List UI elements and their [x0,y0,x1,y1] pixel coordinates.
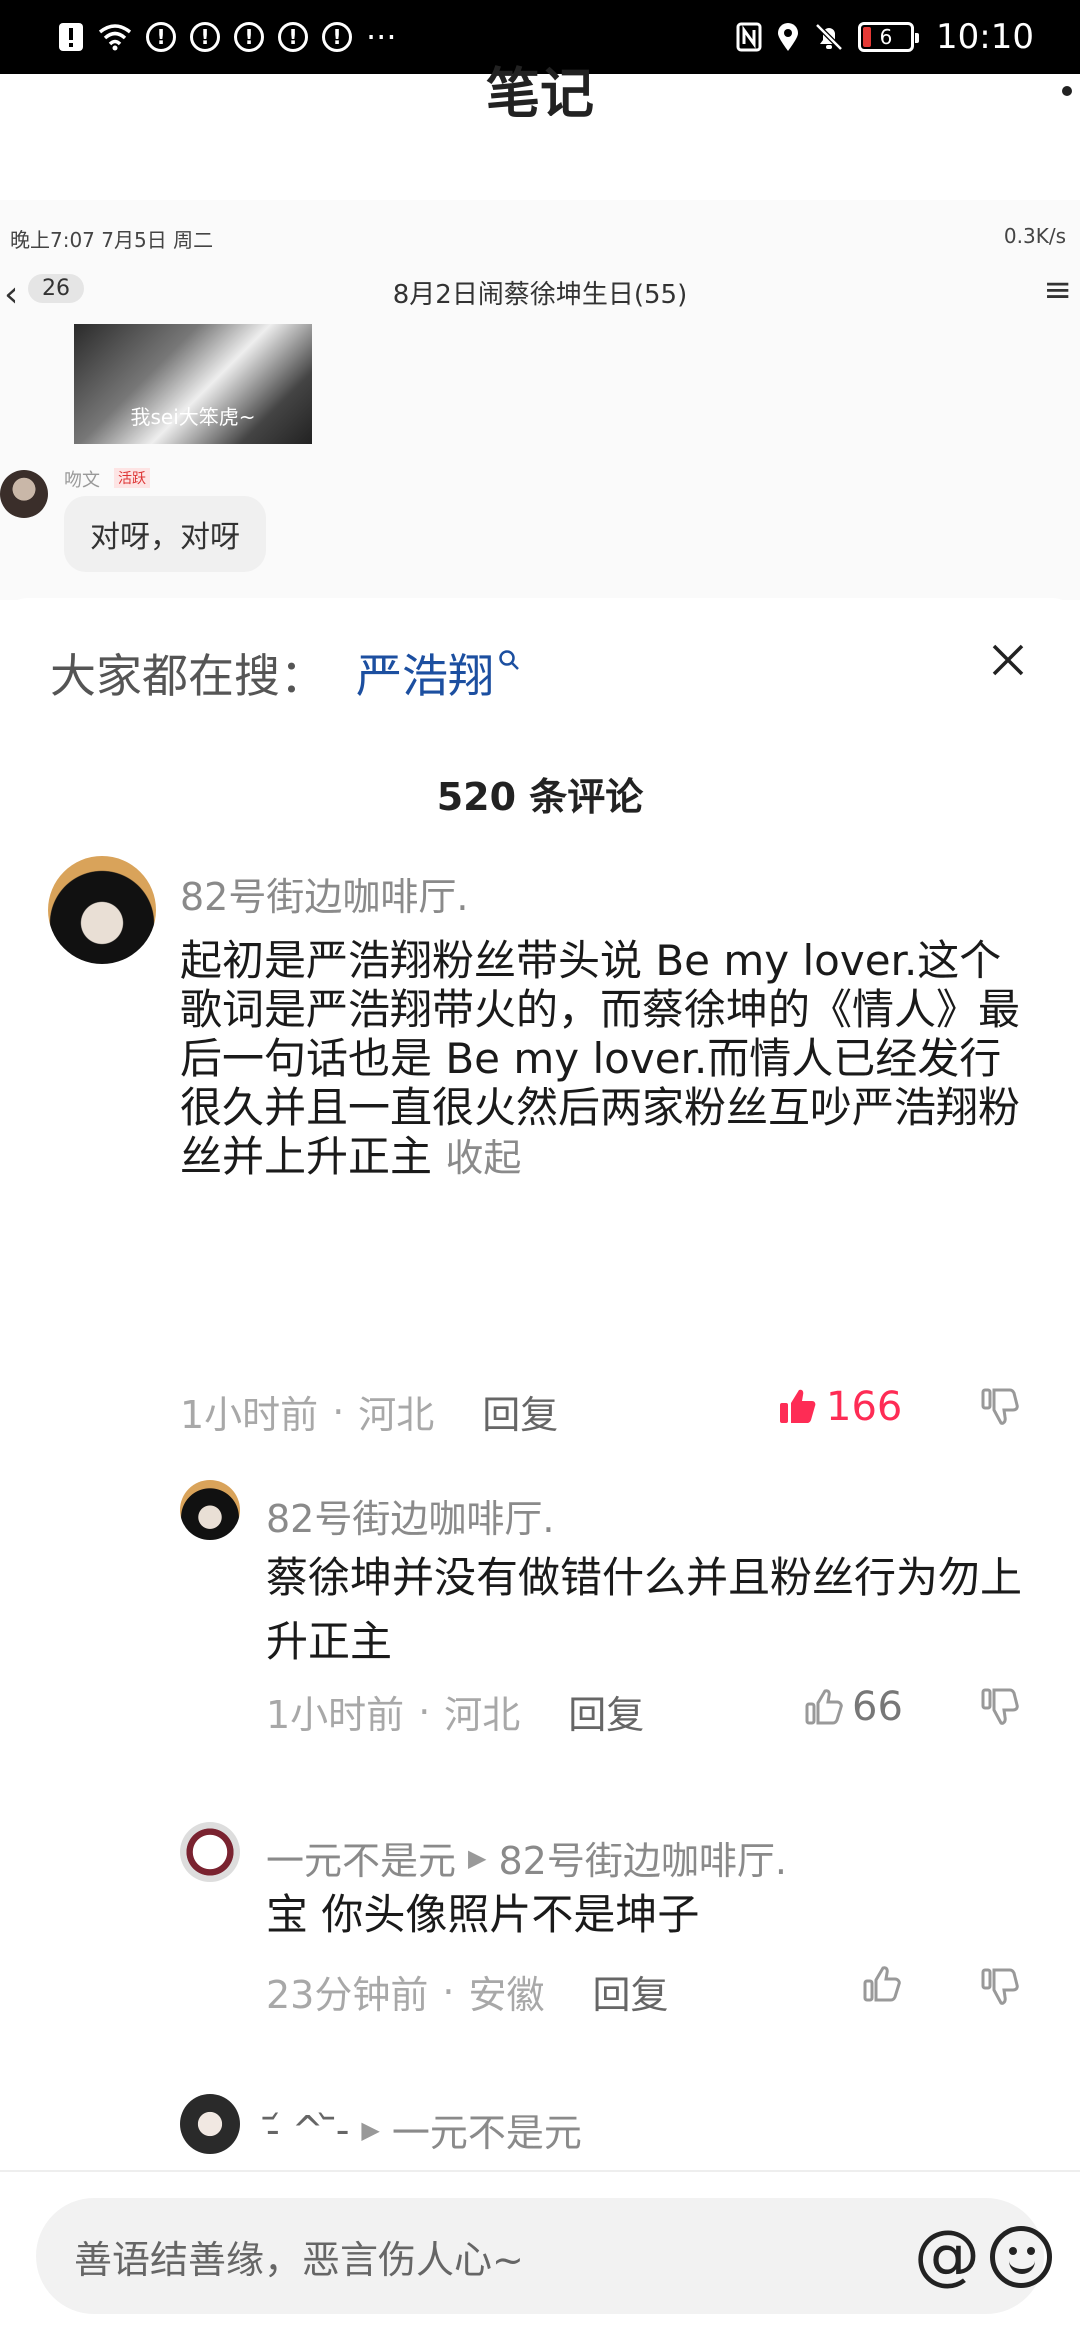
comment-time: 1小时前 [180,1393,319,1437]
reply-button[interactable]: 回复 [568,1684,644,1739]
alert-icon [58,22,84,52]
status-more: ··· [366,18,397,56]
meta-separator: · [332,1389,345,1434]
close-button[interactable] [978,630,1038,690]
meta-separator: · [418,1689,431,1734]
like-count: 66 [852,1684,903,1730]
reply-item: 82号街边咖啡厅. 蔡徐坤并没有做错什么并且粉丝行为勿上升正主 1小时前 · 河… [0,1480,1080,1780]
comment-text[interactable]: 起初是严浩翔粉丝带头说 Be my lover.这个歌词是严浩翔带火的，而蔡徐坤… [180,936,1040,1183]
trending-search-prefix: 大家都在搜： [50,649,326,703]
embed-sender-name: 吻文 [64,470,100,491]
thumbs-up-icon [863,1966,901,2002]
reply-to-user[interactable]: 一元不是元 [392,2102,582,2157]
thumbs-down-icon [981,1688,1019,1725]
search-icon [498,648,520,678]
reply-button[interactable]: 回复 [482,1384,558,1439]
reply-username: -᷄ ^ ᷅- ▶ 一元不是元 [266,2102,582,2157]
embedded-screenshot: 晚上7:07 7月5日 周二 0.3K/s ‹ 26 8月2日闹蔡徐坤生日(55… [0,200,1080,600]
thumbs-up-filled-icon [780,1389,816,1423]
wifi-icon [98,23,132,51]
embed-avatar [0,470,48,518]
comment-meta: 1小时前 · 河北 回复 [180,1384,558,1439]
reply-text[interactable]: 宝 你头像照片不是坤子 [266,1886,1046,1944]
notice-icon: ! [190,22,220,52]
reply-time: 23分钟前 [266,1973,429,2017]
thumbs-down-icon [981,1968,1019,2005]
reply-username: 一元不是元 ▶ 82号街边咖啡厅. [266,1830,787,1885]
more-dot-icon[interactable] [1062,86,1072,96]
status-time: 10:10 [936,17,1034,57]
nfc-icon [736,22,762,52]
thumbs-down-icon [981,1388,1019,1425]
status-bar-left: ! ! ! ! ! ··· [58,18,397,56]
avatar[interactable] [180,1480,240,1540]
reply-username[interactable]: 82号街边咖啡厅. [266,1488,554,1543]
dislike-button[interactable] [980,1686,1020,1730]
reply-meta: 1小时前 · 河北 回复 [266,1684,644,1739]
emoji-icon[interactable] [990,2226,1052,2288]
reply-arrow-icon: ▶ [361,2115,380,2144]
reply-location: 安徽 [468,1973,545,2017]
reply-location: 河北 [444,1693,521,1737]
trending-search[interactable]: 大家都在搜： 严浩翔 [50,640,520,706]
comment-input-placeholder: 善语结善缘，恶言伤人心~ [74,2237,524,2282]
avatar[interactable] [180,2094,240,2154]
reply-author[interactable]: -᷄ ^ ᷅- [266,2108,349,2152]
avatar[interactable] [48,856,156,964]
embed-sender-tag: 活跃 [114,468,150,488]
reply-item: -᷄ ^ ᷅- ▶ 一元不是元 [0,2094,1080,2164]
embed-status-left: 晚上7:07 7月5日 周二 [10,224,213,253]
dislike-button[interactable] [980,1966,1020,2010]
input-divider [0,2170,1080,2172]
embed-status-right: 0.3K/s [1003,224,1066,248]
embed-chat-bubble: 对呀，对呀 [64,496,266,572]
notice-icon: ! [234,22,264,52]
comment-count: 520 条评论 [436,775,644,819]
notice-icon: ! [146,22,176,52]
comment-body: 起初是严浩翔粉丝带头说 Be my lover.这个歌词是严浩翔带火的，而蔡徐坤… [180,936,1021,1181]
page-title: 笔记 [486,62,594,125]
comment-location: 河北 [358,1393,435,1437]
battery-level: 6 [879,25,893,49]
comment-username[interactable]: 82号街边咖啡厅. [180,866,468,921]
avatar[interactable] [180,1822,240,1882]
collapse-button[interactable]: 收起 [445,1136,521,1180]
reply-arrow-icon: ▶ [468,1843,487,1872]
dislike-button[interactable] [980,1386,1020,1430]
reply-button[interactable]: 回复 [592,1964,668,2019]
embed-image-caption: 我sei大笨虎~ [130,405,256,429]
notice-icon: ! [278,22,308,52]
like-button[interactable]: 166 [778,1384,902,1430]
embed-image: 我sei大笨虎~ [74,324,312,444]
reply-meta: 23分钟前 · 安徽 回复 [266,1964,668,2019]
status-bar-right: 6 10:10 [736,17,1034,57]
like-button[interactable] [862,1964,910,2004]
battery-icon: 6 [858,22,920,52]
embed-chat-title: 8月2日闹蔡徐坤生日(55) [392,280,688,310]
like-count: 166 [826,1384,903,1430]
reply-item: 一元不是元 ▶ 82号街边咖啡厅. 宝 你头像照片不是坤子 23分钟前 · 安徽… [0,1822,1080,2042]
reply-text[interactable]: 蔡徐坤并没有做错什么并且粉丝行为勿上升正主 [266,1546,1046,1674]
like-button[interactable]: 66 [804,1684,903,1730]
comment-item: 82号街边咖啡厅. 起初是严浩翔粉丝带头说 Be my lover.这个歌词是严… [0,856,1080,1446]
trending-search-term[interactable]: 严浩翔 [356,640,494,706]
comment-input[interactable]: 善语结善缘，恶言伤人心~ [36,2198,1044,2314]
location-icon [776,22,800,52]
reply-author[interactable]: 一元不是元 [266,1830,456,1885]
mention-button[interactable]: @ [914,2222,980,2288]
close-icon [992,644,1024,676]
mute-bell-icon [814,22,844,52]
thumbs-up-icon [805,1689,843,1725]
notice-icon: ! [322,22,352,52]
meta-separator: · [442,1969,455,2014]
embed-menu-icon: ≡ [1043,270,1073,310]
embed-status-text: 晚上7:07 7月5日 周二 [10,228,214,252]
reply-time: 1小时前 [266,1693,405,1737]
reply-to-user[interactable]: 82号街边咖啡厅. [498,1830,786,1885]
